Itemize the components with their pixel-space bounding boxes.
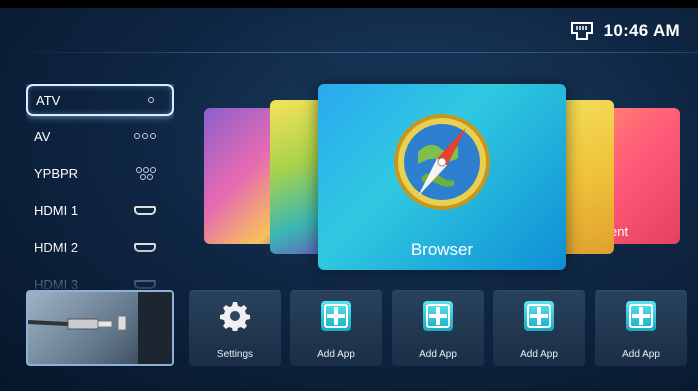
hdmi-icon [134,242,156,252]
settings-tile[interactable]: Settings [189,290,281,366]
add-app-tile[interactable]: Add App [290,290,382,366]
source-preview-window[interactable] [26,290,174,366]
tile-label: Settings [216,349,254,360]
add-app-icon [626,301,656,331]
source-item-ypbpr[interactable]: YPBPR [26,156,174,190]
source-label: YPBPR [34,165,79,181]
av-ports-icon [134,133,156,139]
card-label-browser: Browser [410,240,474,259]
add-app-icon [524,301,554,331]
tile-label: Add App [622,349,660,360]
source-label: ATV [36,92,61,108]
hdmi-icon [134,279,156,289]
tile-label: Add App [317,349,355,360]
add-app-icon [321,301,351,331]
source-item-hdmi2[interactable]: HDMI 2 [26,230,174,264]
add-app-tile[interactable]: Add App [595,290,687,366]
source-label: AV [34,128,51,144]
source-label: HDMI 1 [34,202,79,218]
hdmi-icon [134,205,156,215]
tile-label: Add App [520,349,558,360]
app-carousel: nment Browser [200,84,682,270]
header-divider [0,52,698,53]
source-label: HDMI 2 [34,239,79,255]
input-source-list: ATV AV YPBPR HDMI 1 HDMI 2 HDMI 3 [26,84,174,290]
ethernet-icon [570,22,593,40]
carousel-card-browser[interactable]: Browser [318,84,566,270]
cable-preview-image [28,292,172,364]
add-app-icon [423,301,453,331]
source-item-hdmi1[interactable]: HDMI 1 [26,193,174,227]
add-app-tile[interactable]: Add App [493,290,585,366]
gear-icon [220,302,250,331]
source-label: HDMI 3 [34,276,79,291]
component-ports-icon [136,166,156,180]
source-item-av[interactable]: AV [26,119,174,153]
antenna-icon [148,97,154,103]
screen-top-border [0,0,698,8]
tile-label: Add App [419,349,457,360]
status-bar: 10:46 AM [570,18,680,44]
clock-time: 10:46 AM [603,21,680,40]
add-app-tile[interactable]: Add App [392,290,484,366]
source-item-atv[interactable]: ATV [26,84,174,116]
source-item-hdmi3[interactable]: HDMI 3 [26,267,174,290]
